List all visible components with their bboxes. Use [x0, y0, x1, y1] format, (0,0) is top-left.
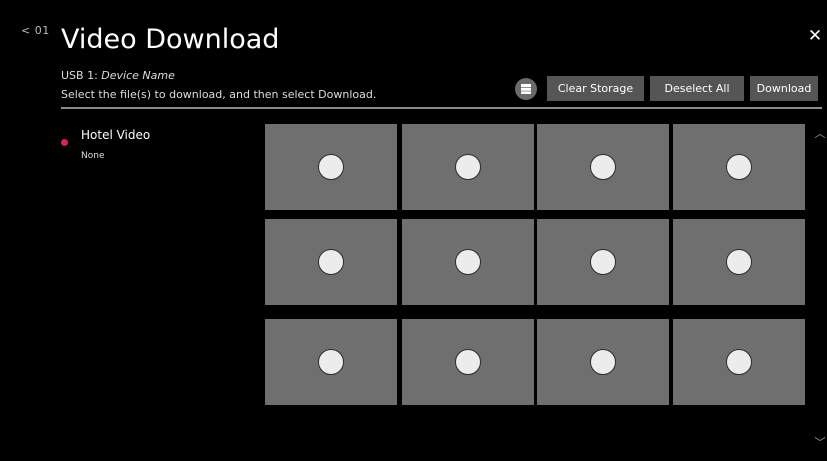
- select-radio[interactable]: [590, 349, 616, 375]
- select-radio[interactable]: [455, 249, 481, 275]
- clear-storage-button[interactable]: Clear Storage: [547, 76, 644, 101]
- storage-glyph: [521, 84, 531, 94]
- deselect-all-button[interactable]: Deselect All: [650, 76, 744, 101]
- select-radio[interactable]: [318, 249, 344, 275]
- video-thumbnail[interactable]: [265, 124, 397, 210]
- video-thumbnail[interactable]: [673, 319, 805, 405]
- download-button[interactable]: Download: [750, 76, 818, 101]
- video-thumbnail[interactable]: [265, 219, 397, 305]
- select-radio[interactable]: [590, 249, 616, 275]
- video-download-screen: < 01 Video Download ✕ USB 1: Device Name…: [0, 0, 827, 461]
- video-grid: [265, 124, 805, 406]
- category-indicator-dot: [61, 139, 68, 146]
- select-radio[interactable]: [590, 154, 616, 180]
- close-icon[interactable]: ✕: [807, 28, 823, 45]
- category-status: None: [81, 151, 105, 161]
- video-thumbnail[interactable]: [402, 219, 534, 305]
- chevron-down-icon[interactable]: ﹀: [814, 437, 826, 449]
- header-divider: [61, 107, 822, 109]
- video-thumbnail[interactable]: [537, 219, 669, 305]
- video-thumbnail[interactable]: [402, 124, 534, 210]
- storage-icon[interactable]: [515, 78, 537, 100]
- back-button[interactable]: < 01: [21, 24, 50, 37]
- select-radio[interactable]: [455, 154, 481, 180]
- page-title: Video Download: [61, 24, 280, 55]
- video-thumbnail[interactable]: [537, 124, 669, 210]
- select-radio[interactable]: [726, 154, 752, 180]
- select-radio[interactable]: [726, 249, 752, 275]
- select-radio[interactable]: [455, 349, 481, 375]
- select-radio[interactable]: [318, 349, 344, 375]
- select-radio[interactable]: [726, 349, 752, 375]
- chevron-up-icon[interactable]: ︿: [814, 128, 826, 140]
- video-thumbnail[interactable]: [673, 219, 805, 305]
- device-name: Device Name: [101, 69, 175, 82]
- category-hotel-video[interactable]: Hotel Video: [81, 128, 150, 142]
- instruction-text: Select the file(s) to download, and then…: [61, 88, 377, 101]
- video-thumbnail[interactable]: [673, 124, 805, 210]
- video-thumbnail[interactable]: [402, 319, 534, 405]
- video-thumbnail[interactable]: [537, 319, 669, 405]
- device-prefix: USB 1:: [61, 69, 102, 82]
- video-thumbnail[interactable]: [265, 319, 397, 405]
- select-radio[interactable]: [318, 154, 344, 180]
- device-info: USB 1: Device Name: [61, 69, 175, 82]
